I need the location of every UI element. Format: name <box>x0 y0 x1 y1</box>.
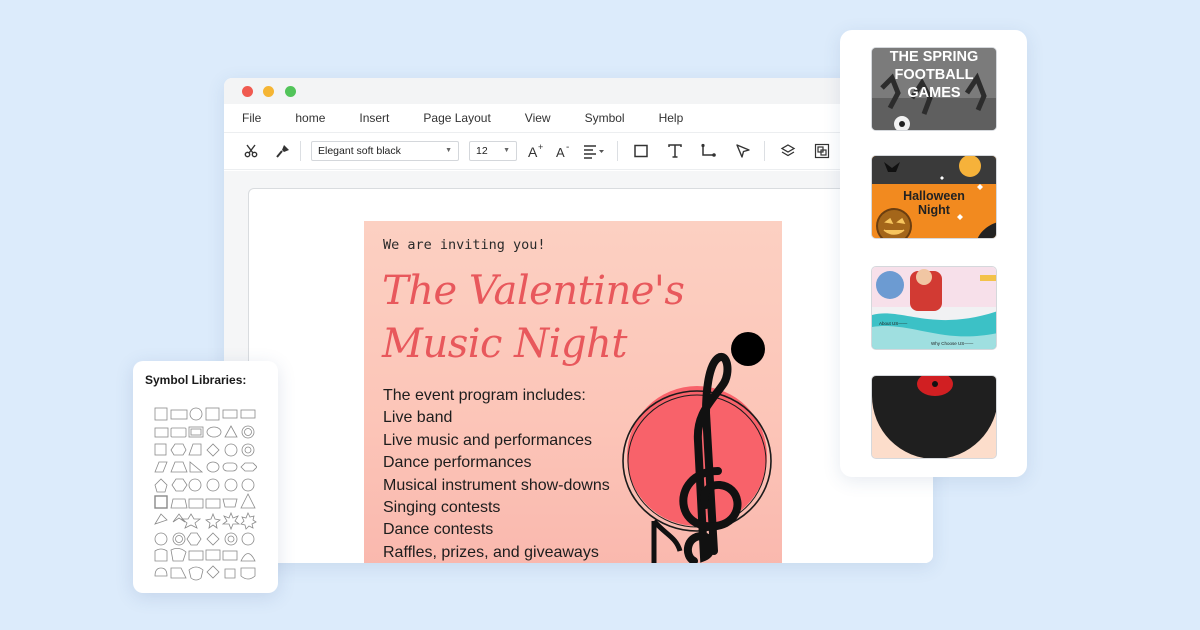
menu-view[interactable]: View <box>525 111 551 125</box>
chevron-down-icon: ▼ <box>503 147 510 154</box>
template-title-line1: Halloween <box>903 189 965 203</box>
program-item: Dance contests <box>383 521 494 539</box>
menu-page-layout[interactable]: Page Layout <box>423 111 490 125</box>
svg-text:+: + <box>538 143 543 152</box>
treble-clef-illustration <box>622 332 772 563</box>
maximize-window-button[interactable] <box>285 86 296 97</box>
symbol-libraries-panel: Symbol Libraries: <box>133 361 278 593</box>
rectangle-icon[interactable] <box>630 140 652 162</box>
toolbar: Elegant soft black ▼ 12 ▼ A + A- <box>224 132 933 170</box>
menu-home[interactable]: home <box>295 111 325 125</box>
symbol-libraries-title: Symbol Libraries: <box>145 373 247 387</box>
font-family-value: Elegant soft black <box>318 145 401 157</box>
template-title: Halloween Night <box>872 189 996 217</box>
program-item: Singing contests <box>383 499 501 517</box>
symbol-shapes-grid[interactable] <box>153 406 257 582</box>
title-bar <box>224 78 933 104</box>
valentine-poster[interactable]: We are inviting you! The Valentine's Mus… <box>364 221 782 563</box>
template-title: THE SPRING FOOTBALL GAMES <box>889 49 979 101</box>
font-size-value: 12 <box>476 145 488 157</box>
template-halloween[interactable]: Halloween Night <box>871 155 997 239</box>
template-spring-football[interactable]: THE SPRING FOOTBALL GAMES <box>871 47 997 131</box>
template-vinyl[interactable] <box>871 375 997 459</box>
svg-text:-: - <box>566 143 569 153</box>
menu-symbol[interactable]: Symbol <box>585 111 625 125</box>
text-icon[interactable] <box>664 140 686 162</box>
poster-invite-text: We are inviting you! <box>383 237 546 253</box>
poster-title-line1: The Valentine's <box>382 268 685 314</box>
poster-program-list: The event program includes: Live band Li… <box>383 385 610 563</box>
format-painter-icon[interactable] <box>272 140 294 162</box>
minimize-window-button[interactable] <box>263 86 274 97</box>
menu-file[interactable]: File <box>242 111 261 125</box>
templates-panel: THE SPRING FOOTBALL GAMES Halloween Nigh… <box>840 30 1027 477</box>
group-icon[interactable] <box>811 140 833 162</box>
editor-window: File home Insert Page Layout View Symbol… <box>224 78 933 563</box>
vinyl-record-artwork <box>872 376 996 458</box>
menu-bar: File home Insert Page Layout View Symbol… <box>224 104 933 132</box>
program-item: Raffles, prizes, and giveaways <box>383 543 599 561</box>
toolbar-divider <box>300 141 301 161</box>
font-increase-icon[interactable]: A + <box>525 140 547 162</box>
template-school[interactable]: About US—— Why Choose US—— <box>871 266 997 350</box>
template-title-line2: Night <box>918 203 950 217</box>
school-artwork <box>872 267 996 349</box>
cut-icon[interactable] <box>240 140 262 162</box>
layers-icon[interactable] <box>777 140 799 162</box>
toolbar-divider <box>617 141 618 161</box>
menu-insert[interactable]: Insert <box>359 111 389 125</box>
program-item: Live music and performances <box>383 431 592 449</box>
connector-icon[interactable] <box>698 140 720 162</box>
font-size-select[interactable]: 12 ▼ <box>469 141 517 161</box>
menu-help[interactable]: Help <box>659 111 684 125</box>
program-item: Dance performances <box>383 454 532 472</box>
toolbar-divider <box>764 141 765 161</box>
font-decrease-icon[interactable]: A- <box>553 140 575 162</box>
chevron-down-icon: ▼ <box>445 147 452 154</box>
close-window-button[interactable] <box>242 86 253 97</box>
font-family-select[interactable]: Elegant soft black ▼ <box>311 141 459 161</box>
template-label: Why Choose US—— <box>931 341 974 346</box>
program-item: Musical instrument show-downs <box>383 476 610 494</box>
program-heading: The event program includes: <box>383 387 586 404</box>
pointer-icon[interactable] <box>732 140 754 162</box>
program-item: Live band <box>383 409 453 427</box>
align-icon[interactable] <box>581 140 607 162</box>
svg-text:A: A <box>556 145 565 159</box>
template-label: About US—— <box>879 321 908 326</box>
svg-text:A: A <box>528 144 538 159</box>
